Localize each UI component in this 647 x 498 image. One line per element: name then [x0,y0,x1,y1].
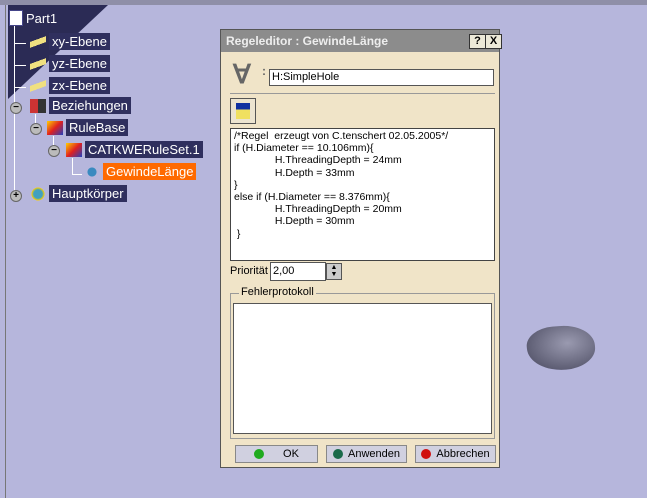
tree-node-xy-plane[interactable]: xy-Ebene [30,33,110,50]
collapse-toggle[interactable]: − [10,102,22,114]
tree-label: zx-Ebene [49,77,110,94]
apply-button[interactable]: Anwenden [326,445,407,463]
tree-label: CATKWERuleSet.1 [85,141,203,158]
priority-label: Priorität [230,265,268,277]
divider [230,93,495,94]
tree-node-yz-plane[interactable]: yz-Ebene [30,55,110,72]
dialog-titlebar[interactable]: Regeleditor : GewindeLänge ? X [221,30,502,52]
variable-field[interactable]: H:SimpleHole [269,69,494,86]
cancel-label: Abbrechen [436,448,490,460]
expand-toggle[interactable]: + [10,190,22,202]
dialog-title: Regeleditor : GewindeLänge [226,34,389,48]
collapse-toggle[interactable]: − [30,123,42,135]
tree-node-gewindelaenge[interactable]: GewindeLänge [84,163,197,180]
rule-editor-dialog: Regeleditor : GewindeLänge ? X ∀ : H:Sim… [220,29,502,468]
tree-node-rulebase[interactable]: RuleBase [47,119,129,136]
tree-label: Beziehungen [49,97,131,114]
error-log-area[interactable] [233,303,492,434]
rule-icon [84,164,100,179]
ok-button[interactable]: OK [235,445,318,463]
plane-icon [30,78,46,93]
body-icon [30,186,46,201]
priority-input[interactable]: 2,00 [270,262,326,281]
plane-icon [30,34,46,49]
part-3d-model[interactable] [525,323,597,373]
code-line: H.ThreadingDepth = 24mm [234,154,402,167]
tree-label: GewindeLänge [103,163,197,180]
graduation-cap-icon [236,103,250,119]
help-button[interactable]: ? [469,34,486,49]
plane-icon [30,56,46,71]
code-line: H.Depth = 30mm [234,215,355,228]
code-line: } [234,227,241,240]
tree-node-relations[interactable]: Beziehungen [30,97,131,114]
relations-icon [30,98,46,113]
tree-node-ruleset[interactable]: CATKWERuleSet.1 [66,141,203,158]
cancel-button[interactable]: Abbrechen [415,445,496,463]
variable-forall-icon: ∀ [233,59,251,89]
tree-label: yz-Ebene [49,55,110,72]
language-browser-button[interactable] [230,98,256,124]
ruleset-icon [66,142,82,157]
ok-label: OK [283,448,299,460]
tree-label: RuleBase [66,119,129,136]
priority-spinner[interactable]: ▲ ▼ [326,263,342,280]
viewer-border [5,5,6,498]
rule-code-editor[interactable]: /*Regel erzeugt von C.tenschert 02.05.20… [230,128,495,261]
code-line: /*Regel erzeugt von C.tenschert 02.05.20… [234,130,449,142]
code-line: H.ThreadingDepth = 20mm [234,203,402,216]
part-icon [9,10,23,26]
code-line: if (H.Diameter == 10.106mm){ [234,142,374,155]
green-light-icon [254,449,265,459]
tree-label: Part1 [26,10,58,26]
error-log-label: Fehlerprotokoll [239,286,316,298]
collapse-toggle[interactable]: − [48,145,60,157]
tree-node-part1[interactable]: Part1 [9,10,57,26]
close-button[interactable]: X [485,34,502,49]
code-line: else if (H.Diameter == 8.376mm){ [234,191,390,204]
colon-icon: : [262,64,266,78]
red-light-icon [421,449,432,459]
code-line: } [234,178,238,191]
error-log-group: Fehlerprotokoll [230,286,495,439]
apply-label: Anwenden [348,448,400,460]
tree-label: Hauptkörper [49,185,127,202]
code-line: H.Depth = 33mm [234,166,355,179]
tree-node-zx-plane[interactable]: zx-Ebene [30,77,110,94]
tree-label: xy-Ebene [49,33,110,50]
dark-green-light-icon [333,449,343,459]
tree-node-body[interactable]: Hauptkörper [30,185,127,202]
rulebase-icon [47,120,63,135]
